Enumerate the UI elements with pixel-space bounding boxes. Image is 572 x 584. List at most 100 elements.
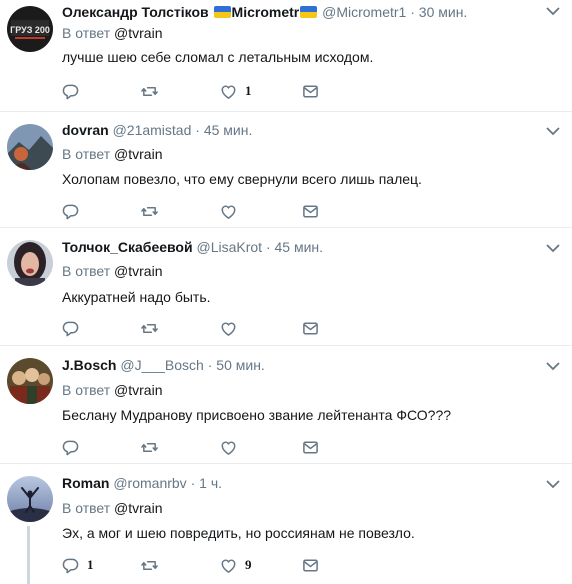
avatar-image [7, 240, 53, 286]
reply-prefix: В ответ [62, 263, 111, 279]
thread-connector [27, 526, 30, 584]
reply-icon [62, 84, 79, 99]
avatar-logo-text: ГРУЗ 200 [10, 25, 50, 35]
reply-prefix: В ответ [62, 146, 111, 162]
chevron-down-icon[interactable] [546, 243, 560, 253]
like-button[interactable]: 1 [220, 80, 252, 102]
tweet[interactable]: dovran @21amistad · 45 мин. В ответ @tvr… [0, 112, 572, 228]
display-name[interactable]: Толчок_Скабеевой [62, 239, 193, 255]
chevron-down-icon[interactable] [546, 6, 560, 16]
tweet-text: Холопам повезло, что ему свернули всего … [62, 171, 422, 187]
display-name[interactable]: Roman [62, 475, 109, 491]
reply-mention-link[interactable]: @tvrain [114, 382, 162, 398]
like-count: 9 [245, 557, 252, 572]
tweet-header: Олександр Толстіков Micrometr @Micrometr… [62, 3, 467, 21]
direct-message-button[interactable] [302, 317, 319, 339]
envelope-icon [303, 85, 318, 97]
reply-mention-link[interactable]: @tvrain [114, 500, 162, 516]
timestamp[interactable]: 1 ч. [199, 475, 222, 491]
reply-icon [62, 558, 79, 573]
reply-feed: ГРУЗ 200 Олександр Толстіков Micrometr @… [0, 0, 572, 584]
reply-button[interactable] [62, 80, 87, 102]
tweet-header: J.Bosch @J___Bosch · 50 мин. [62, 356, 265, 374]
like-button[interactable] [220, 317, 245, 339]
retweet-icon [141, 323, 158, 333]
like-button[interactable]: 9 [220, 554, 252, 576]
user-handle[interactable]: @Micrometr1 [322, 4, 406, 20]
reply-context: В ответ @tvrain [62, 381, 162, 399]
separator: · [410, 4, 415, 20]
envelope-icon [303, 205, 318, 217]
direct-message-button[interactable] [302, 80, 319, 102]
retweet-button[interactable] [141, 317, 158, 339]
ukraine-flag-icon [300, 6, 318, 18]
reply-prefix: В ответ [62, 500, 111, 516]
avatar-image [7, 476, 53, 522]
display-name-suffix[interactable]: Micrometr [232, 4, 300, 20]
envelope-icon [303, 322, 318, 334]
separator: · [195, 122, 200, 138]
tweet[interactable]: Roman @romanrbv · 1 ч. В ответ @tvrain Э… [0, 464, 572, 584]
tweet[interactable]: Толчок_Скабеевой @LisaKrot · 45 мин. В о… [0, 228, 572, 346]
timestamp[interactable]: 45 мин. [204, 122, 253, 138]
like-button[interactable] [220, 436, 245, 458]
avatar[interactable] [7, 358, 53, 404]
retweet-button[interactable] [141, 80, 158, 102]
avatar[interactable] [7, 476, 53, 522]
reply-icon [62, 321, 79, 336]
envelope-icon [303, 441, 318, 453]
chevron-down-icon[interactable] [546, 126, 560, 136]
action-bar: 1 [62, 80, 362, 102]
tweet-text: Аккуратней надо быть. [62, 289, 211, 305]
timestamp[interactable]: 50 мин. [216, 357, 265, 373]
reply-button[interactable] [62, 317, 87, 339]
direct-message-button[interactable] [302, 436, 319, 458]
display-name[interactable]: Олександр Толстіков [62, 4, 209, 20]
retweet-icon [141, 86, 158, 96]
avatar[interactable] [7, 124, 53, 170]
retweet-icon [141, 206, 158, 216]
reply-button[interactable]: 1 [62, 554, 94, 576]
avatar-image [7, 124, 53, 170]
user-handle[interactable]: @21amistad [113, 122, 192, 138]
tweet-text: Беслану Мудранову присвоено звание лейте… [62, 407, 452, 423]
timestamp[interactable]: 30 мин. [419, 4, 468, 20]
timestamp[interactable]: 45 мин. [275, 239, 324, 255]
reply-context: В ответ @tvrain [62, 262, 162, 280]
tweet[interactable]: ГРУЗ 200 Олександр Толстіков Micrometr @… [0, 0, 572, 112]
display-name[interactable]: dovran [62, 122, 109, 138]
reply-button[interactable] [62, 436, 87, 458]
action-bar [62, 317, 362, 339]
action-bar: 1 9 [62, 554, 362, 576]
reply-context: В ответ @tvrain [62, 24, 162, 42]
chevron-down-icon[interactable] [546, 479, 560, 489]
user-handle[interactable]: @LisaKrot [196, 239, 262, 255]
reply-mention-link[interactable]: @tvrain [114, 263, 162, 279]
heart-icon [221, 205, 236, 219]
reply-icon [62, 204, 79, 219]
direct-message-button[interactable] [302, 554, 319, 576]
retweet-button[interactable] [141, 436, 158, 458]
tweet-header: dovran @21amistad · 45 мин. [62, 121, 252, 139]
heart-icon [221, 85, 236, 99]
chevron-down-icon[interactable] [546, 361, 560, 371]
action-bar [62, 436, 362, 458]
reply-count: 1 [87, 557, 94, 572]
like-count: 1 [245, 83, 252, 98]
reply-mention-link[interactable]: @tvrain [114, 25, 162, 41]
direct-message-button[interactable] [302, 200, 319, 222]
display-name[interactable]: J.Bosch [62, 357, 116, 373]
tweet[interactable]: J.Bosch @J___Bosch · 50 мин. В ответ @tv… [0, 346, 572, 464]
reply-mention-link[interactable]: @tvrain [114, 146, 162, 162]
reply-prefix: В ответ [62, 25, 111, 41]
avatar[interactable]: ГРУЗ 200 [7, 6, 53, 52]
heart-icon [221, 441, 236, 455]
user-handle[interactable]: @J___Bosch [120, 357, 203, 373]
user-handle[interactable]: @romanrbv [113, 475, 186, 491]
avatar[interactable] [7, 240, 53, 286]
retweet-button[interactable] [141, 554, 158, 576]
retweet-button[interactable] [141, 200, 158, 222]
tweet-text: лучше шею себе сломал с летальным исходо… [62, 49, 374, 65]
reply-button[interactable] [62, 200, 87, 222]
like-button[interactable] [220, 200, 245, 222]
